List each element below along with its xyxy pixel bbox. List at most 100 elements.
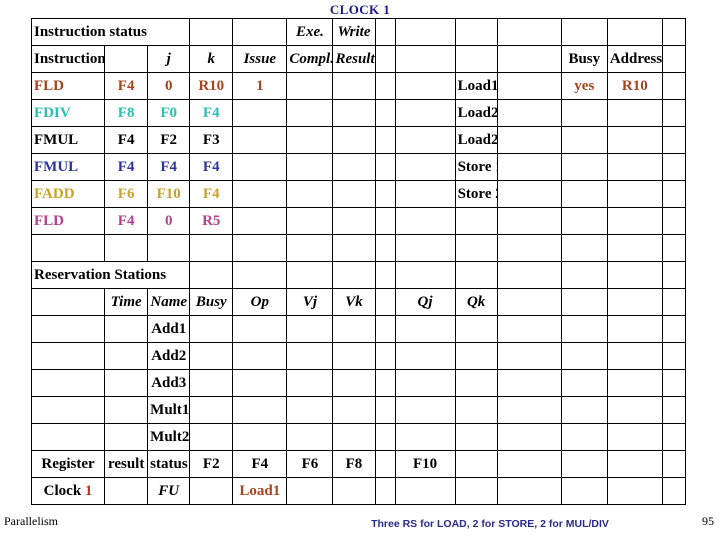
fu-label: FU [147, 477, 191, 505]
empty-cell [30, 234, 106, 262]
empty-cell [454, 45, 498, 73]
empty-cell [30, 369, 106, 397]
instruction-dest: F4 [104, 72, 149, 100]
rs-time [104, 315, 149, 343]
empty-cell [454, 450, 498, 478]
header-address: Address [606, 45, 663, 73]
instruction-compl [286, 153, 334, 181]
empty-cell [454, 234, 498, 262]
footer-page-number: 95 [702, 514, 714, 528]
rs-name: Mult1 [147, 396, 191, 424]
register-header-f10: F10 [394, 450, 456, 478]
empty-cell [496, 342, 562, 370]
loadstore-address [606, 153, 663, 181]
empty-cell [189, 18, 234, 46]
empty-cell [496, 153, 562, 181]
table-row: FMUL F4 F2 F3 Load2 [30, 126, 687, 154]
instruction-j: 0 [147, 207, 191, 235]
empty-cell [332, 234, 376, 262]
empty-cell [560, 450, 608, 478]
instruction-compl [286, 207, 334, 235]
empty-cell [374, 126, 396, 154]
loadstore-name: Store 2 [454, 180, 498, 208]
footer-left-label: Parallelism [4, 514, 58, 528]
empty-cell [496, 45, 562, 73]
fu-value-f2 [189, 477, 234, 505]
empty-cell [661, 369, 687, 397]
empty-cell [661, 396, 687, 424]
instruction-k: F4 [189, 153, 234, 181]
register-header-f2: F2 [189, 450, 234, 478]
empty-cell [374, 261, 396, 289]
header-instruction: Instruction [30, 45, 106, 73]
empty-cell [30, 342, 106, 370]
empty-cell [661, 261, 687, 289]
instruction-k: R5 [189, 207, 234, 235]
empty-cell [661, 207, 687, 235]
empty-cell [189, 261, 234, 289]
rs-qj [394, 369, 456, 397]
rs-name: Add2 [147, 342, 191, 370]
instruction-issue [232, 180, 288, 208]
empty-cell [374, 72, 396, 100]
instruction-compl [286, 99, 334, 127]
empty-cell [30, 315, 106, 343]
instruction-j: F4 [147, 153, 191, 181]
empty-cell [661, 450, 687, 478]
empty-cell [606, 315, 663, 343]
rs-busy [189, 315, 234, 343]
table-row: Mult1 [30, 396, 687, 424]
header-busy: Busy [189, 288, 234, 316]
empty-cell [394, 153, 456, 181]
instruction-issue [232, 153, 288, 181]
rs-vj [286, 396, 334, 424]
register-header-f8: F8 [332, 450, 376, 478]
loadstore-address [606, 99, 663, 127]
empty-cell [606, 477, 663, 505]
table-row-spacer [30, 234, 687, 262]
instruction-op: FLD [30, 207, 106, 235]
empty-cell [606, 369, 663, 397]
table-row-instruction-status-title: Instruction status Exe. Write [30, 18, 687, 46]
empty-cell [606, 423, 663, 451]
empty-cell [189, 234, 234, 262]
table-row-instruction-headers: Instruction j k Issue Compl. Result Busy… [30, 45, 687, 73]
empty-cell [496, 423, 562, 451]
footer-note: Three RS for LOAD, 2 for STORE, 2 for MU… [371, 518, 609, 530]
instruction-k: R10 [189, 72, 234, 100]
empty-cell [560, 369, 608, 397]
loadstore-busy [560, 180, 608, 208]
loadstore-name: Store 1 [454, 153, 498, 181]
empty-cell [104, 45, 149, 73]
register-status-label-b: result [104, 450, 149, 478]
empty-cell [496, 207, 562, 235]
empty-cell [560, 396, 608, 424]
empty-cell [496, 18, 562, 46]
empty-cell [661, 288, 687, 316]
empty-cell [661, 72, 687, 100]
instruction-dest: F8 [104, 99, 149, 127]
table-row: Mult2 [30, 423, 687, 451]
empty-cell [496, 261, 562, 289]
rs-vk [332, 315, 376, 343]
empty-cell [454, 261, 498, 289]
rs-busy [189, 369, 234, 397]
rs-vk [332, 396, 376, 424]
empty-cell [560, 261, 608, 289]
rs-qk [454, 369, 498, 397]
loadstore-busy [560, 153, 608, 181]
empty-cell [606, 261, 663, 289]
empty-cell [560, 18, 608, 46]
rs-name: Add3 [147, 369, 191, 397]
fu-value-f10 [394, 477, 456, 505]
loadstore-name: Load2 [454, 126, 498, 154]
empty-cell [496, 99, 562, 127]
rs-qj [394, 342, 456, 370]
instruction-compl [286, 180, 334, 208]
header-vk: Vk [332, 288, 376, 316]
empty-cell [394, 18, 456, 46]
table-row-reservation-headers: Time Name Busy Op Vj Vk Qj Qk [30, 288, 687, 316]
empty-cell [394, 99, 456, 127]
header-compl: Compl. [286, 45, 334, 73]
empty-cell [496, 288, 562, 316]
